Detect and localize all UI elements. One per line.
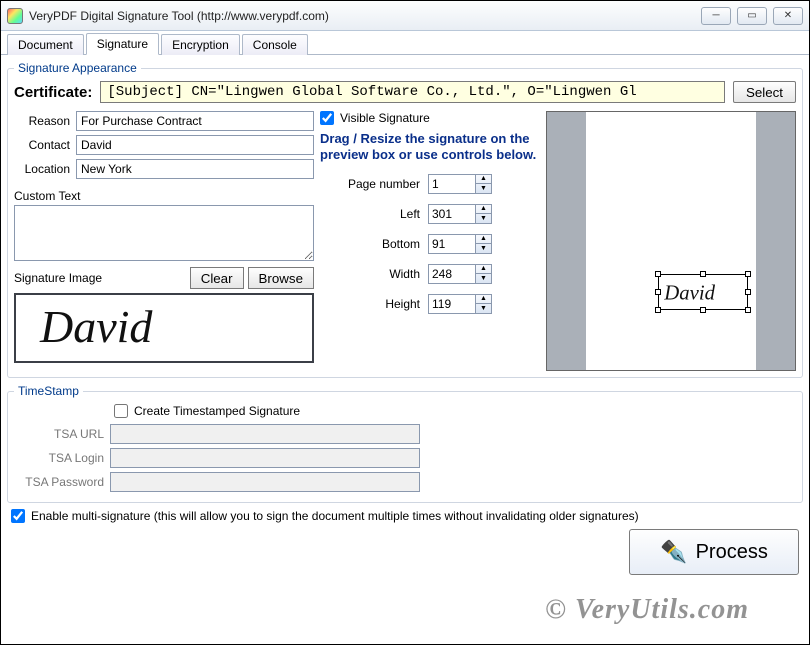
resize-handle-icon[interactable] [700, 271, 706, 277]
drag-resize-instruction: Drag / Resize the signature on the previ… [320, 131, 540, 164]
process-button-label: Process [696, 541, 768, 564]
window-buttons: ─ ▭ ✕ [701, 7, 803, 25]
page-number-label: Page number [320, 177, 420, 191]
select-certificate-button[interactable]: Select [733, 81, 796, 103]
left-spinner[interactable]: ▲▼ [428, 204, 492, 224]
left-label: Left [320, 207, 420, 221]
contact-input[interactable] [76, 135, 314, 155]
create-timestamped-checkbox[interactable] [114, 404, 128, 418]
bottom-label: Bottom [320, 237, 420, 251]
preview-signature-text: David [663, 282, 715, 305]
minimize-button[interactable]: ─ [701, 7, 731, 25]
tab-encryption[interactable]: Encryption [161, 34, 240, 55]
close-button[interactable]: ✕ [773, 7, 803, 25]
custom-text-input[interactable] [14, 205, 314, 261]
resize-handle-icon[interactable] [700, 307, 706, 313]
spin-up-icon[interactable]: ▲ [476, 265, 491, 275]
spin-down-icon[interactable]: ▼ [476, 304, 491, 313]
left-input[interactable] [428, 204, 476, 224]
tab-strip: Document Signature Encryption Console [1, 31, 809, 55]
tsa-login-label: TSA Login [14, 451, 104, 465]
visible-signature-checkbox[interactable] [320, 111, 334, 125]
spin-up-icon[interactable]: ▲ [476, 175, 491, 185]
pen-icon: ✒️ [660, 539, 687, 565]
tsa-url-input [110, 424, 420, 444]
tab-document[interactable]: Document [7, 34, 84, 55]
tsa-login-input [110, 448, 420, 468]
height-label: Height [320, 297, 420, 311]
signature-appearance-group: Signature Appearance Certificate: [Subje… [7, 61, 803, 378]
signature-appearance-legend: Signature Appearance [14, 61, 141, 75]
app-icon [7, 8, 23, 24]
page-number-spinner[interactable]: ▲▼ [428, 174, 492, 194]
resize-handle-icon[interactable] [655, 271, 661, 277]
tsa-url-label: TSA URL [14, 427, 104, 441]
spin-down-icon[interactable]: ▼ [476, 244, 491, 253]
width-label: Width [320, 267, 420, 281]
location-label: Location [14, 162, 70, 176]
resize-handle-icon[interactable] [655, 289, 661, 295]
width-input[interactable] [428, 264, 476, 284]
tab-signature[interactable]: Signature [86, 33, 159, 55]
process-button[interactable]: ✒️ Process [629, 529, 799, 575]
timestamp-group: TimeStamp Create Timestamped Signature T… [7, 384, 803, 503]
title-bar: VeryPDF Digital Signature Tool (http://w… [1, 1, 809, 31]
preview-page[interactable]: David [586, 112, 756, 370]
location-input[interactable] [76, 159, 314, 179]
signature-placement[interactable]: David [658, 274, 748, 310]
watermark: © VeryUtils.com [545, 594, 749, 626]
spin-up-icon[interactable]: ▲ [476, 235, 491, 245]
spin-down-icon[interactable]: ▼ [476, 274, 491, 283]
signature-image-preview: David [14, 293, 314, 363]
reason-label: Reason [14, 114, 70, 128]
height-spinner[interactable]: ▲▼ [428, 294, 492, 314]
tab-console[interactable]: Console [242, 34, 308, 55]
spin-down-icon[interactable]: ▼ [476, 214, 491, 223]
height-input[interactable] [428, 294, 476, 314]
bottom-spinner[interactable]: ▲▼ [428, 234, 492, 254]
contact-label: Contact [14, 138, 70, 152]
resize-handle-icon[interactable] [745, 307, 751, 313]
tsa-password-label: TSA Password [14, 475, 104, 489]
spin-down-icon[interactable]: ▼ [476, 184, 491, 193]
page-preview[interactable]: David [546, 111, 796, 371]
resize-handle-icon[interactable] [745, 289, 751, 295]
multi-signature-checkbox[interactable] [11, 509, 25, 523]
signature-image-label: Signature Image [14, 271, 186, 285]
timestamp-legend: TimeStamp [14, 384, 83, 398]
create-timestamped-label: Create Timestamped Signature [134, 404, 300, 418]
clear-signature-button[interactable]: Clear [190, 267, 244, 289]
custom-text-label: Custom Text [14, 189, 314, 203]
certificate-label: Certificate: [14, 84, 92, 101]
resize-handle-icon[interactable] [745, 271, 751, 277]
page-number-input[interactable] [428, 174, 476, 194]
reason-input[interactable] [76, 111, 314, 131]
signature-text: David [39, 301, 153, 352]
maximize-button[interactable]: ▭ [737, 7, 767, 25]
certificate-value: [Subject] CN="Lingwen Global Software Co… [100, 81, 725, 103]
spin-up-icon[interactable]: ▲ [476, 295, 491, 305]
width-spinner[interactable]: ▲▼ [428, 264, 492, 284]
window-title: VeryPDF Digital Signature Tool (http://w… [29, 9, 329, 23]
visible-signature-label: Visible Signature [340, 111, 430, 125]
bottom-input[interactable] [428, 234, 476, 254]
tsa-password-input [110, 472, 420, 492]
spin-up-icon[interactable]: ▲ [476, 205, 491, 215]
multi-signature-label: Enable multi-signature (this will allow … [31, 509, 639, 523]
browse-signature-button[interactable]: Browse [248, 267, 314, 289]
resize-handle-icon[interactable] [655, 307, 661, 313]
